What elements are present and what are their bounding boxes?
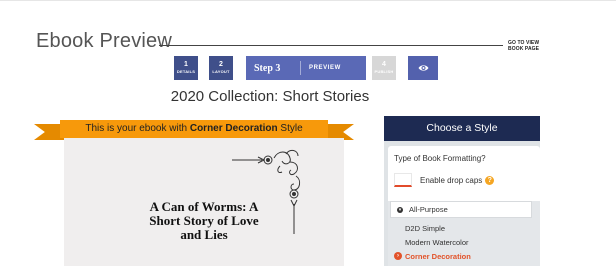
style-option-label: Corner Decoration <box>405 251 471 261</box>
style-group-all-purpose[interactable]: ▾ All-Purpose <box>390 201 532 218</box>
step-preview[interactable]: Step 3 PREVIEW <box>246 56 438 80</box>
banner-style-name: Corner Decoration <box>189 123 278 134</box>
banner-suffix: Style <box>277 123 303 134</box>
step-details[interactable]: 1 DETAILS <box>174 56 198 80</box>
style-option-label: Modern Watercolor <box>405 237 469 247</box>
step-label: DETAILS <box>176 69 196 74</box>
style-option-d2d-simple[interactable]: D2D Simple <box>394 222 445 234</box>
style-panel-header: Choose a Style <box>384 116 540 141</box>
ebook-preview-page: A Can of Worms: A Short Story of Love an… <box>64 138 344 266</box>
style-banner: This is your ebook with Corner Decoratio… <box>34 120 354 140</box>
banner-text: This is your ebook with Corner Decoratio… <box>60 120 328 138</box>
chevron-right-icon: › <box>394 252 402 260</box>
book-title-line: and Lies <box>180 227 228 242</box>
step-label: PREVIEW <box>309 65 341 71</box>
bullet <box>394 224 402 232</box>
chevron-down-icon: ▾ <box>397 206 403 213</box>
choose-style-panel: Choose a Style Type of Book Formatting? … <box>384 116 540 266</box>
drop-caps-option[interactable]: Enable drop caps ? <box>394 173 534 187</box>
banner-prefix: This is your ebook with <box>85 123 190 134</box>
drop-caps-label: Enable drop caps <box>420 175 483 185</box>
drop-caps-checkbox[interactable] <box>394 173 412 187</box>
book-title: A Can of Worms: A Short Story of Love an… <box>124 200 284 242</box>
style-list: ▾ All-Purpose D2D Simple Modern Watercol… <box>388 201 540 266</box>
help-icon[interactable]: ? <box>485 175 495 185</box>
top-divider <box>0 0 616 1</box>
view-book-page-link[interactable]: GO TO VIEW BOOK PAGE <box>508 40 556 52</box>
book-title-line: Short Story of Love <box>149 213 259 228</box>
title-rule <box>159 45 503 46</box>
page-title: Ebook Preview <box>36 30 172 52</box>
formatting-options: Type of Book Formatting? Enable drop cap… <box>388 146 540 266</box>
style-option-modern-watercolor[interactable]: Modern Watercolor <box>394 236 469 248</box>
step-layout[interactable]: 2 LAYOUT <box>209 56 233 80</box>
step-number: 2 <box>219 61 223 68</box>
formatting-question: Type of Book Formatting? <box>394 154 486 163</box>
style-group-label: All-Purpose <box>409 205 448 214</box>
step-number: 1 <box>184 61 188 68</box>
step-number: Step 3 <box>254 62 281 74</box>
eye-icon[interactable] <box>408 56 438 80</box>
step-number: 4 <box>382 61 386 68</box>
book-title-line: A Can of Worms: A <box>149 199 259 214</box>
step-publish: 4 PUBLISH <box>372 56 396 80</box>
bullet <box>394 238 402 246</box>
step-label: PUBLISH <box>374 69 394 74</box>
page-header: Ebook Preview GO TO VIEW BOOK PAGE <box>36 30 556 52</box>
collection-title: 2020 Collection: Short Stories <box>170 88 370 105</box>
step-label: LAYOUT <box>212 69 230 74</box>
style-option-corner-decoration[interactable]: › Corner Decoration <box>394 250 471 262</box>
style-option-label: D2D Simple <box>405 223 446 233</box>
